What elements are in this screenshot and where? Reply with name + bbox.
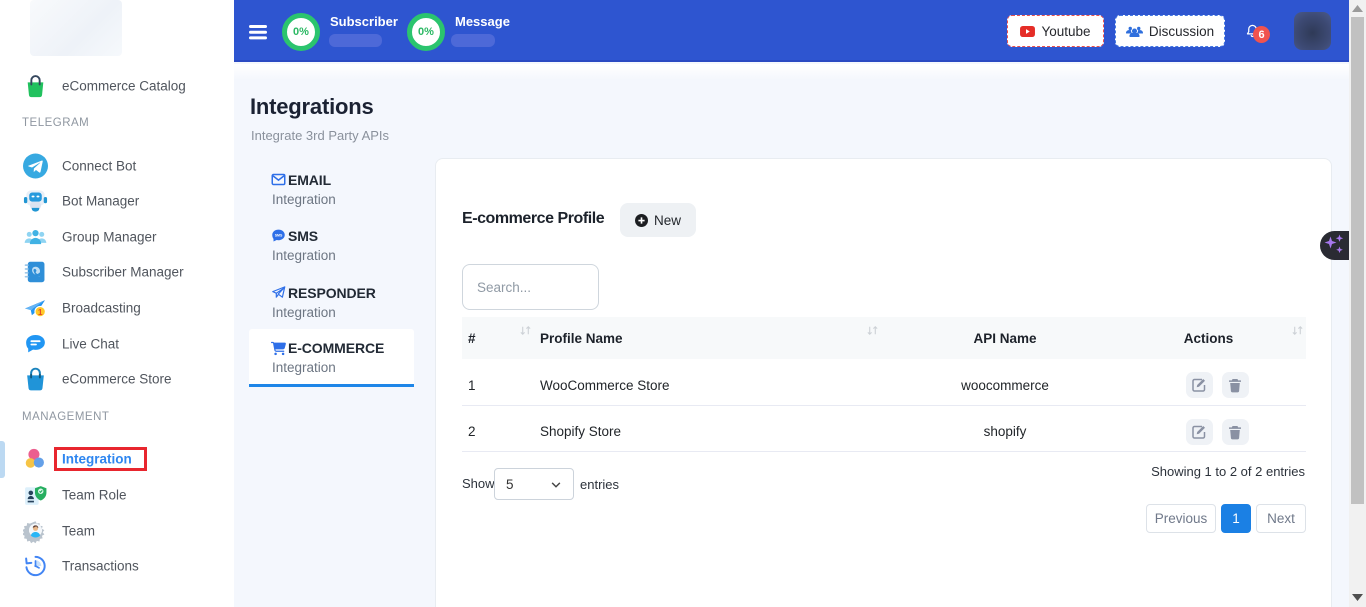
svg-text:SMS: SMS xyxy=(275,234,283,238)
svg-text:1: 1 xyxy=(38,307,43,317)
